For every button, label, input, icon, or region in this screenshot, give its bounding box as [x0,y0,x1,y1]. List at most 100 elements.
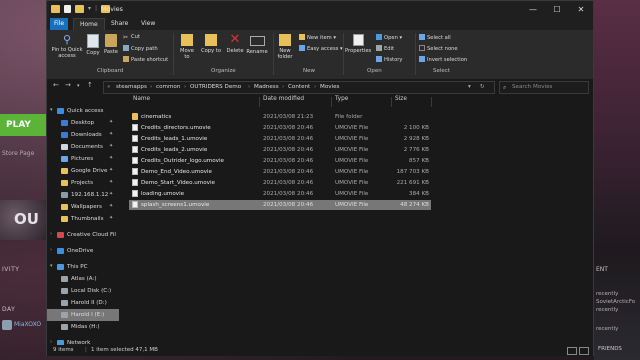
file-row[interactable]: loading.umovie 2021/03/08 20:46 UMOVIE F… [129,189,431,199]
file-name: cinematics [141,114,172,120]
history-icon [376,56,382,62]
tab-share[interactable]: Share [105,18,134,30]
file-row[interactable]: Credits_Outrider_logo.umovie 2021/03/08 … [129,156,431,166]
chevron-down-icon[interactable]: ▾ [88,5,91,13]
select-none-button[interactable]: Select none [419,45,458,52]
new-folder-icon[interactable] [75,5,84,13]
chevron-down-icon[interactable]: ▾ [50,107,53,113]
nav-drive-e[interactable]: Harold I (E:) [47,309,119,321]
nav-drive-c[interactable]: Local Disk (C:) [47,285,119,297]
breadcrumb-outriders-demo[interactable]: OUTRIDERS Demo [190,84,241,90]
breadcrumb-content[interactable]: Content [288,84,310,90]
nav-this-pc[interactable]: ▾ This PC [47,261,119,273]
copy-button[interactable]: Copy [85,34,101,56]
nav-label: Quick access [67,108,104,114]
pin-quick-access-button[interactable]: ⚲ Pin to Quick access [50,34,84,59]
file-row[interactable]: Credits_directors.umovie 2021/03/08 20:4… [129,123,431,133]
file-row[interactable]: cinematics 2021/03/08 21:23 File folder [129,112,431,122]
recent-chevron-icon[interactable]: ▾ [77,83,80,89]
up-icon[interactable]: ↑ [87,81,93,89]
nav-pictures[interactable]: Pictures ✦ [47,153,119,165]
close-button[interactable]: ✕ [569,1,593,19]
nav-google-drive[interactable]: Google Drive ✦ [47,165,119,177]
file-row[interactable]: Credits_leads_1.umovie 2021/03/08 20:46 … [129,134,431,144]
easy-access-button[interactable]: Easy access ▾ [299,45,343,52]
nav-thumbnails[interactable]: Thumbnails ✦ [47,213,119,225]
copy-label: Copy [86,50,100,56]
history-button[interactable]: History [376,56,402,63]
column-header-date[interactable]: Date modified [263,96,304,108]
invert-selection-button[interactable]: Invert selection [419,56,467,63]
nav-wallpapers[interactable]: Wallpapers ✦ [47,201,119,213]
breadcrumb-movies[interactable]: Movies [320,84,339,90]
copy-path-button[interactable]: Copy path [123,45,158,52]
nav-projects[interactable]: Projects ✦ [47,177,119,189]
column-header-size[interactable]: Size [395,96,407,108]
breadcrumb-common[interactable]: common [156,84,180,90]
breadcrumb-steamapps[interactable]: steamapps [116,84,147,90]
nav-desktop[interactable]: Desktop ✦ [47,117,119,129]
nav-documents[interactable]: Documents ✦ [47,141,119,153]
file-row[interactable]: Demo_End_Video.umovie 2021/03/08 20:46 U… [129,167,431,177]
back-icon[interactable]: ← [53,81,59,89]
new-folder-button[interactable]: New folder [275,34,295,60]
file-size: 2 776 KB [403,147,429,153]
search-box[interactable]: ⌕ Search Movies [499,81,589,94]
details-view-icon[interactable] [567,347,577,355]
select-all-button[interactable]: Select all [419,34,451,41]
tab-view[interactable]: View [135,18,161,30]
activity-user[interactable]: MiaXOXO [0,318,48,332]
search-placeholder: Search Movies [512,84,553,90]
tab-file[interactable]: File [50,18,68,30]
delete-button[interactable]: ✕ Delete [225,33,245,54]
file-row[interactable]: Demo_Start_Video.umovie 2021/03/08 20:46… [129,178,431,188]
address-dropdown-icon[interactable]: ▾ [468,84,471,90]
address-bar[interactable]: « steamapps › common › OUTRIDERS Demo › … [103,81,495,94]
paste-shortcut-button[interactable]: Paste shortcut [123,56,168,63]
play-button[interactable]: PLAY [0,114,52,136]
move-to-icon [181,34,193,46]
breadcrumb-madness[interactable]: Madness [254,84,279,90]
column-header-type[interactable]: Type [335,96,348,108]
tab-home[interactable]: Home [73,18,105,30]
selection-info: 1 item selected 47,1 MB [91,347,158,353]
nav-drive-h[interactable]: Midas (H:) [47,321,119,333]
properties-icon[interactable] [64,5,71,13]
file-date: 2021/03/08 20:46 [263,125,314,131]
nav-creative-cloud[interactable]: › Creative Cloud Fil [47,229,119,241]
refresh-icon[interactable]: ↻ [480,84,485,90]
pin-label: Pin to Quick access [51,47,83,59]
pin-icon: ✦ [109,191,114,197]
file-row-selected[interactable]: splash_screens1.umovie 2021/03/08 20:46 … [129,200,431,210]
properties-button[interactable]: Properties [345,34,371,54]
copy-to-button[interactable]: Copy to [201,34,221,54]
chevron-right-icon[interactable]: › [50,231,52,237]
maximize-button[interactable]: ☐ [545,1,569,19]
rename-button[interactable]: Rename [246,34,268,55]
nav-drive-a[interactable]: Atlas (A:) [47,273,119,285]
paste-button[interactable]: Paste [103,34,119,55]
nav-quick-access[interactable]: ▾ Quick access [47,105,119,117]
open-button[interactable]: Open ▾ [376,34,402,41]
cut-button[interactable]: ✂ Cut [123,34,140,41]
nav-network-share[interactable]: 192.168.1.12 ✦ [47,189,119,201]
friends-button[interactable]: FRIENDS [598,346,622,352]
chevron-right-icon[interactable]: › [50,247,52,253]
column-header-name[interactable]: Name [133,96,150,108]
breadcrumb-overflow-icon[interactable]: « [107,84,110,90]
file-size: 857 KB [409,158,429,164]
store-page-link[interactable]: Store Page [2,150,34,157]
file-type: UMOVIE File [335,147,369,153]
nav-drive-d[interactable]: Harold II (D:) [47,297,119,309]
large-icons-view-icon[interactable] [579,347,589,355]
minimize-button[interactable]: — [521,1,545,19]
nav-onedrive[interactable]: › OneDrive [47,245,119,257]
chevron-down-icon[interactable]: ▾ [50,263,53,269]
move-to-button[interactable]: Move to [177,34,197,60]
file-row[interactable]: Credits_leads_2.umovie 2021/03/08 20:46 … [129,145,431,155]
new-item-button[interactable]: New item ▾ [299,34,336,41]
copy-to-label: Copy to [201,48,222,54]
edit-button[interactable]: Edit [376,45,394,52]
nav-downloads[interactable]: Downloads ✦ [47,129,119,141]
forward-icon[interactable]: → [65,81,71,89]
